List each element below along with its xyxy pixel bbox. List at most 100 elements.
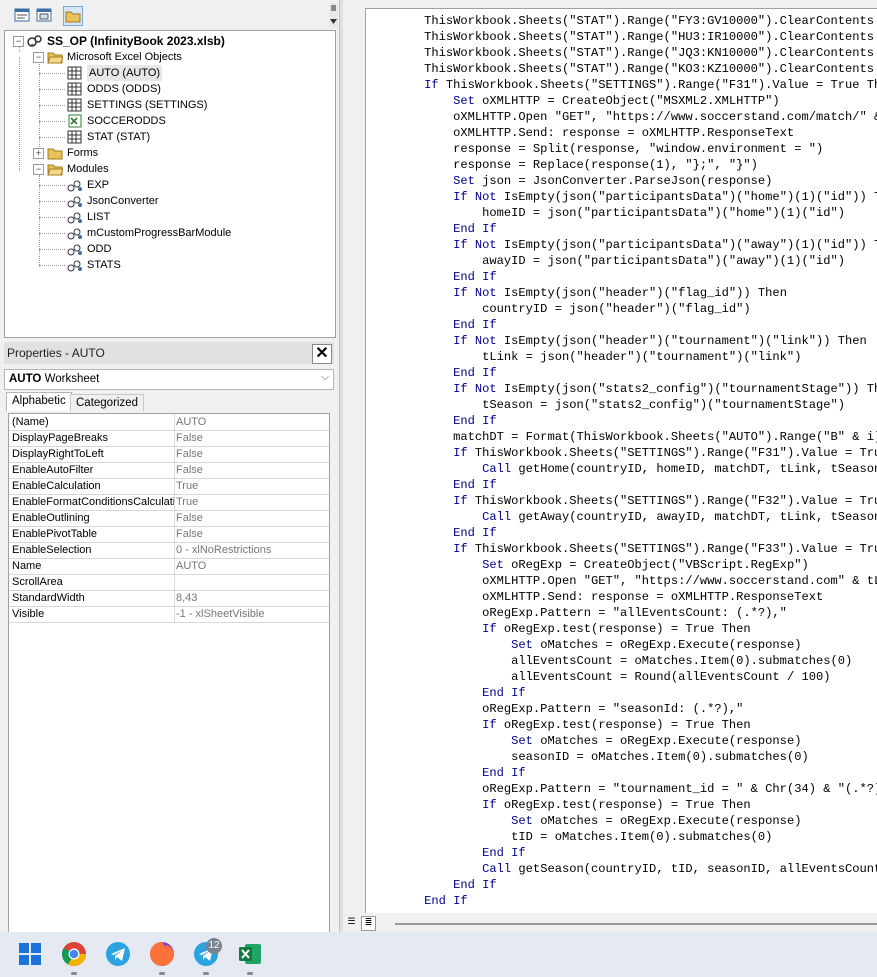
property-value[interactable]: AUTO [176, 558, 326, 574]
property-value[interactable]: True [176, 478, 326, 494]
code-line[interactable]: homeID = json("participantsData")("home"… [366, 205, 845, 221]
code-line[interactable]: If oRegExp.test(response) = True Then [366, 797, 751, 813]
code-line[interactable]: oXMLHTTP.Open "GET", "https://www.soccer… [366, 109, 877, 125]
code-line[interactable]: ThisWorkbook.Sheets("STAT").Range("KO3:K… [366, 61, 874, 77]
code-line[interactable]: End If [366, 877, 497, 893]
code-line[interactable]: If Not IsEmpty(json("header")("tournamen… [366, 333, 867, 349]
code-line[interactable]: tID = oMatches.Item(0).submatches(0) [366, 829, 772, 845]
code-line[interactable]: End If [366, 477, 497, 493]
code-line[interactable]: response = Split(response, "window.envir… [366, 141, 823, 157]
property-row[interactable]: StandardWidth 8,43 [9, 590, 329, 607]
chrome-icon[interactable] [59, 939, 89, 969]
code-line[interactable]: End If [366, 765, 526, 781]
code-line[interactable]: End If [366, 317, 497, 333]
code-line[interactable]: Call getAway(countryID, awayID, matchDT,… [366, 509, 877, 525]
code-line[interactable]: oXMLHTTP.Open "GET", "https://www.soccer… [366, 573, 877, 589]
property-value[interactable]: 0 - xlNoRestrictions [176, 542, 326, 558]
code-line[interactable]: matchDT = Format(ThisWorkbook.Sheets("AU… [366, 429, 877, 445]
code-line[interactable]: If ThisWorkbook.Sheets("SETTINGS").Range… [366, 493, 877, 509]
property-value[interactable]: 8,43 [176, 590, 326, 606]
code-line[interactable]: End If [366, 685, 526, 701]
scroll-thumb[interactable] [395, 923, 877, 925]
view-code-button[interactable] [13, 6, 31, 24]
code-line[interactable]: oRegExp.Pattern = "tournament_id = " & C… [366, 781, 877, 797]
code-line[interactable]: oRegExp.Pattern = "allEventsCount: (.*?)… [366, 605, 787, 621]
code-line[interactable]: If Not IsEmpty(json("participantsData")(… [366, 237, 877, 253]
code-line[interactable]: If ThisWorkbook.Sheets("SETTINGS").Range… [366, 541, 877, 557]
excel-icon[interactable] [235, 939, 265, 969]
firefox-icon[interactable] [147, 939, 177, 969]
code-line[interactable]: If oRegExp.test(response) = True Then [366, 717, 751, 733]
code-horizontal-scrollbar[interactable]: ☰ ≣ [343, 913, 877, 932]
property-value[interactable]: True [176, 494, 326, 510]
code-line[interactable]: Set oXMLHTTP = CreateObject("MSXML2.XMLH… [366, 93, 780, 109]
close-button[interactable]: ✕ [312, 344, 332, 364]
code-line[interactable]: End If [366, 893, 468, 909]
code-line[interactable]: oXMLHTTP.Send: response = oXMLHTTP.Respo… [366, 125, 794, 141]
property-value[interactable]: False [176, 510, 326, 526]
property-row[interactable]: Name AUTO [9, 558, 329, 575]
code-line[interactable]: If Not IsEmpty(json("participantsData")(… [366, 189, 877, 205]
code-line[interactable]: End If [366, 365, 497, 381]
code-line[interactable]: Set oMatches = oRegExp.Execute(response) [366, 733, 801, 749]
code-line[interactable]: countryID = json("header")("flag_id") [366, 301, 751, 317]
telegram-icon[interactable] [103, 939, 133, 969]
code-line[interactable]: End If [366, 221, 497, 237]
property-value[interactable]: False [176, 446, 326, 462]
object-selector-dropdown[interactable]: AUTO Worksheet ⌵ [4, 369, 334, 390]
toolbar-scroll[interactable] [329, 3, 338, 27]
property-value[interactable] [176, 574, 326, 590]
code-line[interactable]: End If [366, 269, 497, 285]
start-icon[interactable] [15, 939, 45, 969]
code-line[interactable]: ThisWorkbook.Sheets("STAT").Range("JQ3:K… [366, 45, 874, 61]
code-line[interactable]: oXMLHTTP.Send: response = oXMLHTTP.Respo… [366, 589, 823, 605]
property-row[interactable]: EnableSelection 0 - xlNoRestrictions [9, 542, 329, 559]
property-value[interactable]: False [176, 462, 326, 478]
property-row[interactable]: EnableAutoFilter False [9, 462, 329, 479]
tab-alphabetic[interactable]: Alphabetic [6, 392, 72, 411]
code-line[interactable]: seasonID = oMatches.Item(0).submatches(0… [366, 749, 809, 765]
code-line[interactable]: If oRegExp.test(response) = True Then [366, 621, 751, 637]
code-line[interactable]: ThisWorkbook.Sheets("STAT").Range("HU3:I… [366, 29, 874, 45]
code-line[interactable]: End If [366, 845, 526, 861]
code-line[interactable]: tSeason = json("stats2_config")("tournam… [366, 397, 845, 413]
property-value[interactable]: False [176, 526, 326, 542]
property-value[interactable]: False [176, 430, 326, 446]
procedure-view-icon[interactable]: ☰ [345, 916, 358, 929]
property-row[interactable]: ScrollArea [9, 574, 329, 591]
view-object-button[interactable] [35, 6, 53, 24]
property-row[interactable]: (Name) AUTO [9, 414, 329, 431]
property-row[interactable]: DisplayPageBreaks False [9, 430, 329, 447]
code-line[interactable]: Set oRegExp = CreateObject("VBScript.Reg… [366, 557, 809, 573]
property-row[interactable]: EnableOutlining False [9, 510, 329, 527]
property-value[interactable]: AUTO [176, 414, 326, 430]
property-row[interactable]: EnableFormatConditionsCalculation True [9, 494, 329, 511]
code-line[interactable]: oRegExp.Pattern = "seasonId: (.*?)," [366, 701, 743, 717]
property-value[interactable]: -1 - xlSheetVisible [176, 606, 326, 622]
code-line[interactable]: response = Replace(response(1), "};", "}… [366, 157, 758, 173]
tab-categorized[interactable]: Categorized [70, 394, 145, 411]
code-line[interactable]: Set json = JsonConverter.ParseJson(respo… [366, 173, 772, 189]
code-line[interactable]: If Not IsEmpty(json("header")("flag_id")… [366, 285, 787, 301]
toggle-folders-button[interactable] [63, 6, 83, 26]
code-line[interactable]: Set oMatches = oRegExp.Execute(response) [366, 637, 801, 653]
code-line[interactable]: allEventsCount = oMatches.Item(0).submat… [366, 653, 852, 669]
code-line[interactable]: allEventsCount = Round(allEventsCount / … [366, 669, 830, 685]
code-line[interactable]: Call getSeason(countryID, tID, seasonID,… [366, 861, 877, 877]
code-line[interactable]: tLink = json("header")("tournament")("li… [366, 349, 801, 365]
code-line[interactable]: Set oMatches = oRegExp.Execute(response) [366, 813, 801, 829]
code-line[interactable]: If Not IsEmpty(json("stats2_config")("to… [366, 381, 877, 397]
property-row[interactable]: DisplayRightToLeft False [9, 446, 329, 463]
property-row[interactable]: EnableCalculation True [9, 478, 329, 495]
code-line[interactable]: awayID = json("participantsData")("away"… [366, 253, 845, 269]
code-line[interactable]: End If [366, 525, 497, 541]
code-line[interactable]: End If [366, 413, 497, 429]
code-line[interactable]: ThisWorkbook.Sheets("STAT").Range("FY3:G… [366, 13, 874, 29]
code-line[interactable]: If ThisWorkbook.Sheets("SETTINGS").Range… [366, 445, 877, 461]
code-line[interactable]: If ThisWorkbook.Sheets("SETTINGS").Range… [366, 77, 877, 93]
code-line[interactable]: Call getHome(countryID, homeID, matchDT,… [366, 461, 877, 477]
property-row[interactable]: EnablePivotTable False [9, 526, 329, 543]
property-row[interactable]: Visible -1 - xlSheetVisible [9, 606, 329, 623]
code-editor[interactable]: ThisWorkbook.Sheets("STAT").Range("FY3:G… [365, 8, 877, 914]
full-module-view-icon[interactable]: ≣ [361, 916, 376, 931]
